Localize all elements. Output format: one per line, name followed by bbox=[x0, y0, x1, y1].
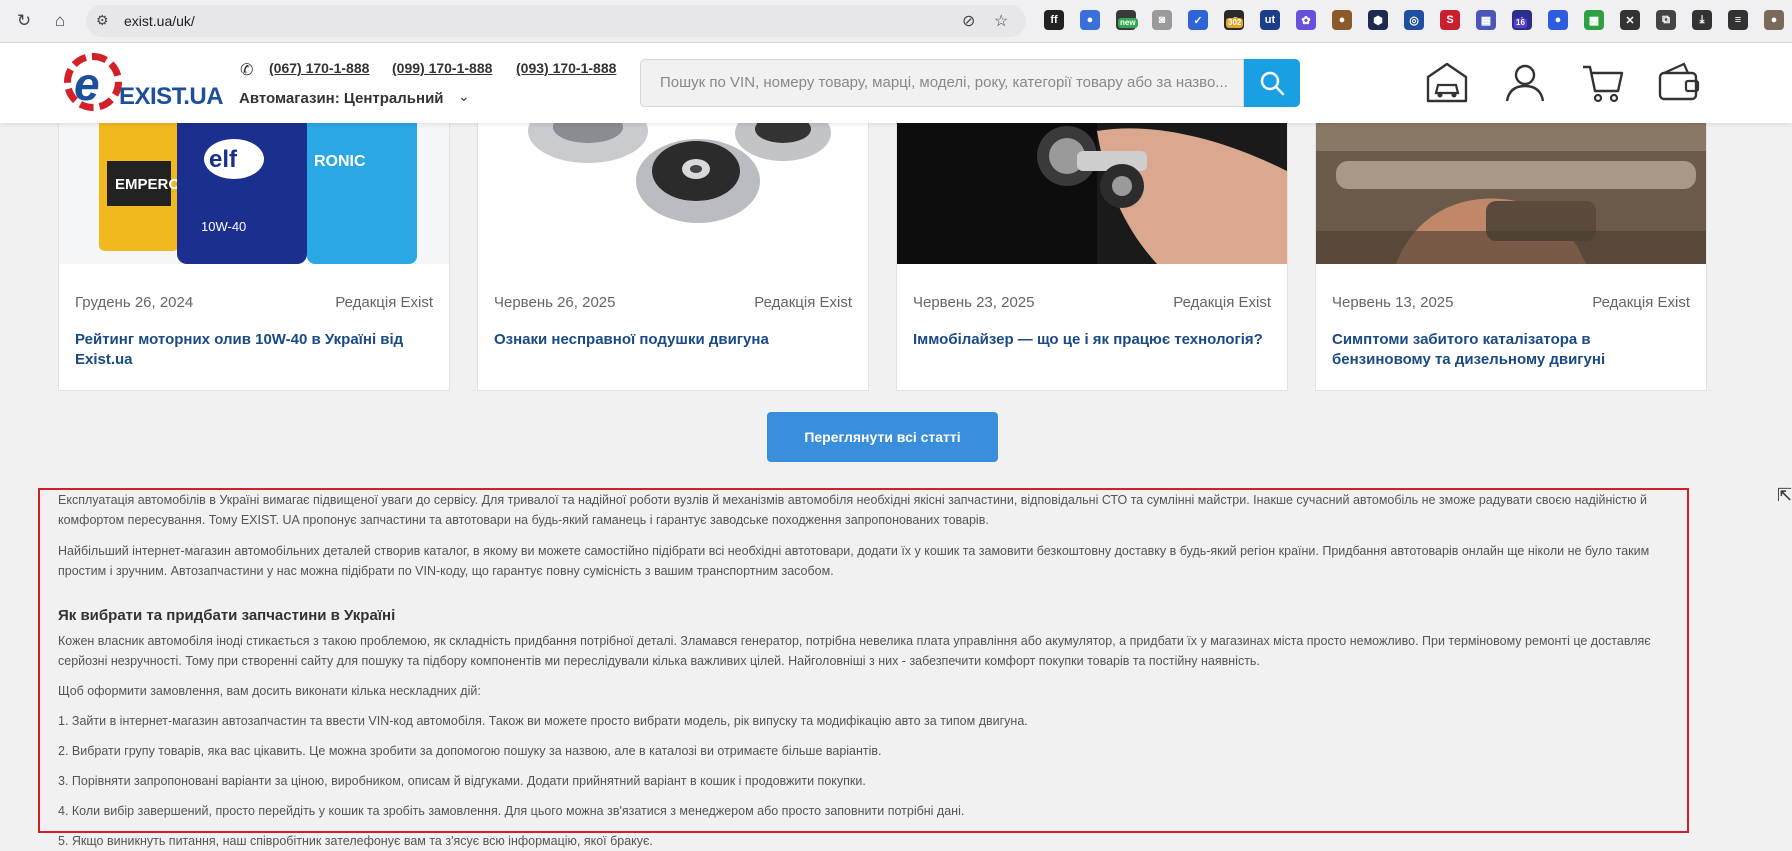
article-date: Червень 13, 2025 bbox=[1332, 294, 1454, 311]
article-title[interactable]: Симптоми забитого каталізатора в бензино… bbox=[1332, 330, 1682, 370]
profile-avatar-icon[interactable]: ● bbox=[1764, 10, 1784, 30]
red-shield-icon[interactable]: S bbox=[1440, 10, 1460, 30]
chevron-down-icon[interactable]: ⌄ bbox=[458, 88, 470, 105]
exist-logo[interactable]: e EXIST.UA bbox=[64, 53, 224, 117]
garage-icon[interactable] bbox=[1424, 59, 1470, 105]
reader-icon[interactable]: ▦ bbox=[1476, 10, 1496, 30]
home-icon[interactable]: ⌂ bbox=[48, 9, 72, 33]
site-info-icon[interactable]: ⚙ bbox=[96, 12, 109, 29]
phone-link-1[interactable]: (067) 170-1-888 bbox=[269, 60, 369, 76]
article-card[interactable]: Червень 13, 2025 Редакція Exist Симптоми… bbox=[1315, 110, 1707, 391]
article-date: Червень 23, 2025 bbox=[913, 294, 1035, 311]
svg-text:RONIC: RONIC bbox=[314, 153, 366, 170]
search-button[interactable] bbox=[1244, 59, 1300, 107]
address-bar[interactable]: ⚙ exist.ua/uk/ ⊘ ☆ bbox=[86, 5, 1026, 37]
seo-paragraph: Експлуатація автомобілів в Україні вимаг… bbox=[58, 493, 1647, 527]
article-author: Редакція Exist bbox=[754, 294, 852, 311]
purple-gear-icon[interactable]: ✿ bbox=[1296, 10, 1316, 30]
article-author: Редакція Exist bbox=[1173, 294, 1271, 311]
svg-text:EMPERO: EMPERO bbox=[115, 176, 180, 193]
eye-off-icon[interactable]: ⊘ bbox=[962, 11, 975, 31]
bookmark-star-icon[interactable]: ☆ bbox=[994, 11, 1008, 31]
user-account-icon[interactable] bbox=[1502, 59, 1548, 105]
article-image-car-key[interactable] bbox=[897, 111, 1287, 264]
lens-icon[interactable]: ◎ bbox=[1404, 10, 1424, 30]
seo-step: 5. Якщо виникнуть питання, наш співробіт… bbox=[58, 834, 653, 848]
search-icon bbox=[1260, 71, 1285, 96]
article-card[interactable]: Червень 26, 2025 Редакція Exist Ознаки н… bbox=[477, 110, 869, 391]
phone-link-3[interactable]: (093) 170-1-888 bbox=[516, 60, 616, 76]
extension-badge: new bbox=[1118, 18, 1138, 28]
puzzle-icon[interactable]: ⧉ bbox=[1656, 10, 1676, 30]
wallet-icon[interactable] bbox=[1656, 59, 1702, 105]
article-image-engine-mounts[interactable] bbox=[478, 111, 868, 264]
phone-icon: ✆ bbox=[240, 62, 254, 79]
download-icon[interactable]: ⤓ bbox=[1692, 10, 1712, 30]
store-selector[interactable]: Автомагазин: Центральний bbox=[239, 90, 444, 107]
article-author: Редакція Exist bbox=[1592, 294, 1690, 311]
reload-icon[interactable]: ↻ bbox=[12, 9, 36, 33]
media-icon[interactable]: ≡ bbox=[1728, 10, 1748, 30]
phone-link-2[interactable]: (099) 170-1-888 bbox=[392, 60, 492, 76]
extension-badge: 16 bbox=[1514, 18, 1527, 28]
article-image-motor-oil[interactable]: EMPERO elf 10W-40 RONIC bbox=[59, 111, 449, 264]
article-image-catalytic-converter[interactable] bbox=[1316, 111, 1706, 264]
hex-icon[interactable]: ⬢ bbox=[1368, 10, 1388, 30]
article-card[interactable]: EMPERO elf 10W-40 RONIC Грудень 26, 2024… bbox=[58, 110, 450, 391]
article-date: Червень 26, 2025 bbox=[494, 294, 616, 311]
seo-step: 1. Зайти в інтернет-магазин автозапчасти… bbox=[58, 714, 1028, 728]
seo-step: 2. Вибрати групу товарів, яка вас цікави… bbox=[58, 744, 882, 758]
ut-icon[interactable]: ut bbox=[1260, 10, 1280, 30]
ff-icon[interactable]: ff bbox=[1044, 10, 1064, 30]
svg-text:10W-40: 10W-40 bbox=[201, 219, 246, 234]
article-author: Редакція Exist bbox=[335, 294, 433, 311]
logo-text: EXIST.UA bbox=[119, 83, 224, 110]
camera-icon[interactable]: ◙ bbox=[1152, 10, 1172, 30]
browser-toolbar: ↻ ⌂ ⚙ exist.ua/uk/ ⊘ ☆ ff●▭new◙✓↗302ut✿●… bbox=[0, 0, 1792, 43]
grid-color-icon[interactable]: ▩ bbox=[1584, 10, 1604, 30]
seo-heading: Як вибрати та придбати запчастини в Укра… bbox=[58, 607, 396, 624]
close-x-icon[interactable]: ✕ bbox=[1620, 10, 1640, 30]
article-card[interactable]: Червень 23, 2025 Редакція Exist Іммобіла… bbox=[896, 110, 1288, 391]
cart-icon[interactable] bbox=[1580, 59, 1626, 105]
site-header: e EXIST.UA ✆ (067) 170-1-888 (099) 170-1… bbox=[0, 43, 1792, 123]
mouse-cursor-icon: ⇱ bbox=[1777, 485, 1792, 505]
article-title[interactable]: Ознаки несправної подушки двигуна bbox=[494, 330, 844, 350]
svg-text:elf: elf bbox=[209, 146, 238, 173]
seo-paragraph: Щоб оформити замовлення, вам досить вико… bbox=[58, 684, 481, 698]
article-date: Грудень 26, 2024 bbox=[75, 294, 194, 311]
seo-step: 3. Порівняти запропоновані варіанти за ц… bbox=[58, 774, 866, 788]
blue-dot-icon[interactable]: ● bbox=[1548, 10, 1568, 30]
circle-multicolor-icon[interactable]: ● bbox=[1080, 10, 1100, 30]
article-title[interactable]: Рейтинг моторних олив 10W-40 в Україні в… bbox=[75, 330, 425, 370]
view-all-articles-button[interactable]: Переглянути всі статті bbox=[767, 412, 998, 462]
seo-step: 4. Коли вибір завершений, просто перейді… bbox=[58, 804, 965, 818]
extension-badge: 302 bbox=[1226, 18, 1244, 28]
article-title[interactable]: Іммобілайзер — що це і як працює техноло… bbox=[913, 330, 1263, 350]
seo-paragraph: Кожен власник автомобіля іноді стикаєтьс… bbox=[58, 634, 1651, 668]
search-input[interactable]: Пошук по VIN, номеру товару, марці, моде… bbox=[640, 59, 1244, 107]
cookie-icon[interactable]: ● bbox=[1332, 10, 1352, 30]
url-text: exist.ua/uk/ bbox=[124, 13, 195, 29]
seo-paragraph: Найбільший інтернет-магазин автомобільни… bbox=[58, 544, 1650, 578]
check-icon[interactable]: ✓ bbox=[1188, 10, 1208, 30]
